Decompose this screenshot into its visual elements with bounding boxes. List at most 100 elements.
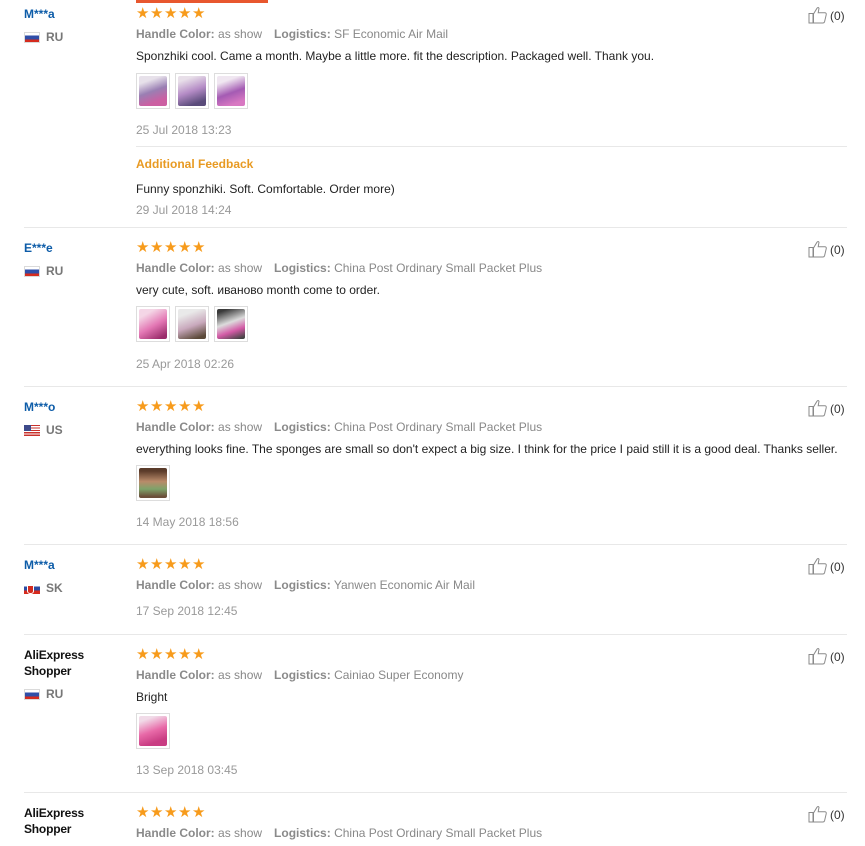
buyer-country: RU <box>24 30 63 44</box>
star-icon: ★ <box>178 4 192 22</box>
star-icon: ★ <box>164 803 178 821</box>
star-rating: ★ ★ ★ ★ ★ <box>136 555 206 573</box>
country-flag-icon <box>24 31 40 43</box>
buyer-country: US <box>24 423 63 437</box>
country-flag-icon <box>24 688 40 700</box>
handle-color-value: as show <box>218 826 263 840</box>
star-icon: ★ <box>178 397 192 415</box>
country-flag-icon <box>24 265 40 277</box>
country-code: RU <box>46 264 64 278</box>
thumbs-up-icon <box>808 240 830 261</box>
review-item: M***a RU ★ ★ ★ ★ ★ Handle Color: as show Logisti… <box>0 0 865 228</box>
review-text: very cute, soft. иваново month come to o… <box>136 283 380 297</box>
country-code: US <box>46 423 63 437</box>
logistics-value: Cainiao Super Economy <box>334 668 464 682</box>
country-flag-icon <box>24 424 40 436</box>
buyer-country: SK <box>24 581 63 595</box>
review-date: 17 Sep 2018 12:45 <box>136 604 238 618</box>
review-text: Sponzhiki cool. Came a month. Maybe a li… <box>136 49 655 63</box>
order-info: Handle Color: as show Logistics: Yanwen E… <box>136 578 475 592</box>
review-photo-thumbnail[interactable] <box>175 73 209 109</box>
buyer-name[interactable]: AliExpress Shopper <box>24 647 86 679</box>
handle-color-value: as show <box>218 420 263 434</box>
buyer-name[interactable]: M***a <box>24 6 124 22</box>
order-info: Handle Color: as show Logistics: China Po… <box>136 826 542 840</box>
review-photo-thumbnail[interactable] <box>136 465 170 501</box>
buyer-name[interactable]: AliExpress Shopper <box>24 805 86 837</box>
country-code: RU <box>46 30 64 44</box>
review-photo-thumbnail[interactable] <box>175 306 209 342</box>
review-item: M***o US ★ ★ ★ ★ ★ Handle Color: as show Logisti… <box>0 387 865 545</box>
country-code: RU <box>46 687 64 701</box>
like-count: (0) <box>830 402 845 416</box>
review-photo-thumbnail[interactable] <box>136 713 170 749</box>
thumbs-up-icon <box>808 399 830 420</box>
handle-color-label: Handle Color: <box>136 578 215 592</box>
helpful-like-button[interactable]: (0) <box>808 805 845 826</box>
photo-image <box>217 309 245 339</box>
handle-color-label: Handle Color: <box>136 261 215 275</box>
thumbs-up-icon <box>808 647 830 668</box>
logistics-value: China Post Ordinary Small Packet Plus <box>334 826 543 840</box>
review-date: 14 May 2018 18:56 <box>136 515 239 529</box>
handle-color-label: Handle Color: <box>136 420 215 434</box>
star-rating: ★ ★ ★ ★ ★ <box>136 645 206 663</box>
like-count: (0) <box>830 650 845 664</box>
review-photos <box>136 306 248 342</box>
helpful-like-button[interactable]: (0) <box>808 557 845 576</box>
photo-image <box>139 309 167 339</box>
review-item: E***e RU ★ ★ ★ ★ ★ Handle Color: as show Logisti… <box>0 228 865 387</box>
star-icon: ★ <box>178 238 192 256</box>
review-item: AliExpress Shopper RU ★ ★ ★ ★ ★ Handle Color: a… <box>0 635 865 793</box>
star-icon: ★ <box>150 803 164 821</box>
additional-feedback-title: Additional Feedback <box>136 157 254 171</box>
review-photo-thumbnail[interactable] <box>136 306 170 342</box>
review-photo-thumbnail[interactable] <box>136 73 170 109</box>
buyer-name[interactable]: M***o <box>24 399 124 415</box>
buyer-name[interactable]: M***a <box>24 557 124 573</box>
star-icon: ★ <box>136 555 150 573</box>
star-icon: ★ <box>178 555 192 573</box>
star-rating: ★ ★ ★ ★ ★ <box>136 803 206 821</box>
handle-color-value: as show <box>218 578 263 592</box>
review-date: 25 Apr 2018 02:26 <box>136 357 235 371</box>
buyer-name[interactable]: E***e <box>24 240 124 256</box>
star-icon: ★ <box>150 555 164 573</box>
star-icon: ★ <box>192 397 206 415</box>
review-photo-thumbnail[interactable] <box>214 73 248 109</box>
photo-image <box>139 468 167 498</box>
thumbs-up-icon <box>808 805 830 826</box>
helpful-like-button[interactable]: (0) <box>808 240 845 261</box>
logistics-label: Logistics: <box>274 668 331 682</box>
review-text: Bright <box>136 690 168 704</box>
star-rating: ★ ★ ★ ★ ★ <box>136 4 206 22</box>
review-date: 13 Sep 2018 03:45 <box>136 763 238 777</box>
additional-feedback-text: Funny sponzhiki. Soft. Comfortable. Orde… <box>136 182 395 196</box>
star-icon: ★ <box>192 645 206 663</box>
star-icon: ★ <box>150 238 164 256</box>
handle-color-value: as show <box>218 261 263 275</box>
photo-image <box>139 716 167 746</box>
buyer-country: RU <box>24 687 63 701</box>
helpful-like-button[interactable]: (0) <box>808 6 845 25</box>
order-info: Handle Color: as show Logistics: Cainiao … <box>136 668 463 682</box>
additional-feedback-date: 29 Jul 2018 14:24 <box>136 203 232 217</box>
like-count: (0) <box>830 9 845 23</box>
logistics-value: Yanwen Economic Air Mail <box>333 578 476 592</box>
star-icon: ★ <box>150 397 164 415</box>
star-icon: ★ <box>164 4 178 22</box>
helpful-like-button[interactable]: (0) <box>808 399 845 420</box>
buyer-country: RU <box>24 264 63 278</box>
star-icon: ★ <box>178 803 192 821</box>
logistics-label: Logistics: <box>274 27 331 41</box>
star-icon: ★ <box>192 555 206 573</box>
review-photo-thumbnail[interactable] <box>214 306 248 342</box>
star-icon: ★ <box>150 4 164 22</box>
photo-image <box>217 76 245 106</box>
star-icon: ★ <box>192 238 206 256</box>
star-icon: ★ <box>164 238 178 256</box>
helpful-like-button[interactable]: (0) <box>808 647 845 668</box>
star-icon: ★ <box>164 397 178 415</box>
review-item: M***a SK ★ ★ ★ ★ ★ Handle Color: as show Logisti… <box>0 545 865 635</box>
star-icon: ★ <box>164 555 178 573</box>
